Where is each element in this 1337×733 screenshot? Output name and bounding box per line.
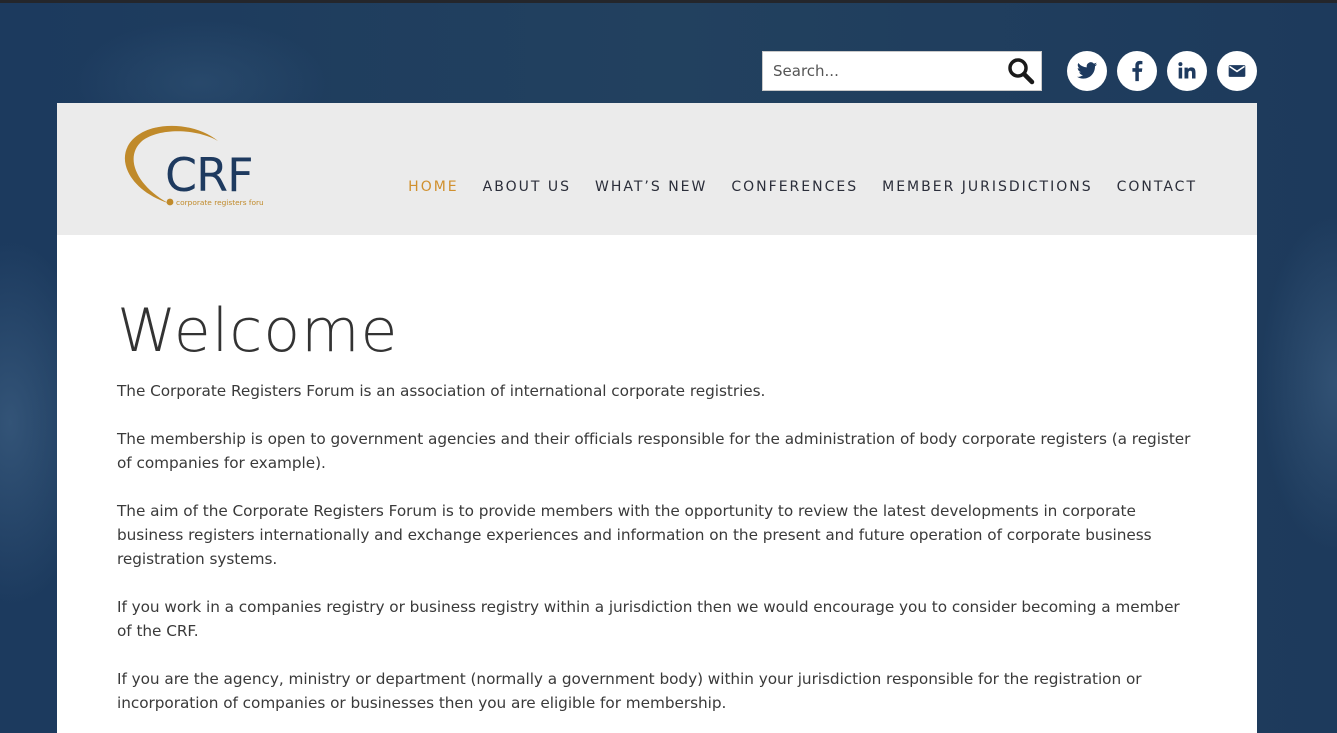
crf-logo[interactable]: CRF corporate registers forum [118, 123, 271, 211]
main-nav: HOME ABOUT US WHAT’S NEW CONFERENCES MEM… [384, 179, 1197, 195]
search-icon [1008, 58, 1035, 85]
linkedin-icon [1178, 62, 1196, 79]
search-button[interactable] [1001, 52, 1041, 90]
paragraph: The Corporate Registers Forum is an asso… [117, 382, 766, 400]
linkedin-button[interactable] [1167, 51, 1207, 91]
nav-conferences[interactable]: CONFERENCES [731, 179, 858, 195]
email-icon [1228, 65, 1246, 77]
site-header: CRF corporate registers forum HOME ABOUT… [57, 103, 1257, 235]
paragraph: If you are the agency, ministry or depar… [117, 670, 1142, 712]
crf-logo-graphic: CRF corporate registers forum [124, 125, 271, 207]
logo-tagline: corporate registers forum [176, 198, 263, 207]
nav-contact[interactable]: CONTACT [1117, 179, 1197, 195]
logo-letters: CRF [165, 148, 253, 202]
nav-member-jurisdictions[interactable]: MEMBER JURISDICTIONS [882, 179, 1093, 195]
nav-home[interactable]: HOME [408, 179, 458, 195]
twitter-icon [1076, 62, 1098, 79]
email-button[interactable] [1217, 51, 1257, 91]
paragraph: The aim of the Corporate Registers Forum… [117, 502, 1152, 568]
search-box [762, 51, 1042, 91]
nav-about-us[interactable]: ABOUT US [483, 179, 571, 195]
search-input[interactable] [763, 52, 1001, 90]
page-title: Welcome [117, 296, 399, 366]
twitter-button[interactable] [1067, 51, 1107, 91]
main-content: Welcome The Corporate Registers Forum is… [57, 235, 1257, 733]
paragraph: If you work in a companies registry or b… [117, 598, 1180, 640]
paragraph: The membership is open to government age… [117, 430, 1191, 472]
facebook-button[interactable] [1117, 51, 1157, 91]
facebook-icon [1132, 60, 1143, 82]
nav-whats-new[interactable]: WHAT’S NEW [595, 179, 707, 195]
